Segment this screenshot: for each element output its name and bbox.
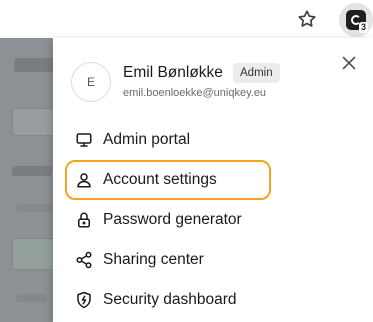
user-email: emil.boenloekke@uniqkey.eu <box>123 87 267 99</box>
role-badge: Admin <box>233 63 280 83</box>
menu-item-label: Security dashboard <box>103 291 237 308</box>
browser-window: 3 E Emil Bønløkke Admin emil.boenloekke@… <box>0 0 373 322</box>
background-heading <box>14 58 54 72</box>
menu-item-label: Account settings <box>103 171 217 188</box>
account-popup: E Emil Bønløkke Admin emil.boenloekke@un… <box>53 38 373 322</box>
avatar: E <box>71 62 111 102</box>
extension-badge: 3 <box>359 22 369 33</box>
background-card <box>12 238 58 270</box>
close-icon[interactable] <box>338 52 360 74</box>
menu-item-label: Password generator <box>103 211 242 228</box>
menu-item-password-generator[interactable]: Password generator <box>65 200 355 240</box>
menu-item-admin-portal[interactable]: Admin portal <box>65 120 355 160</box>
account-menu: Admin portal Account settings Password g… <box>65 120 355 320</box>
menu-item-account-settings[interactable]: Account settings <box>65 160 271 200</box>
lock-icon <box>78 212 90 228</box>
menu-item-security-dashboard[interactable]: Security dashboard <box>65 280 355 320</box>
star-icon[interactable] <box>296 8 318 30</box>
background-page-overlay <box>0 38 60 322</box>
menu-item-label: Sharing center <box>103 251 204 268</box>
background-text <box>12 166 52 176</box>
menu-item-sharing-center[interactable]: Sharing center <box>65 240 355 280</box>
browser-toolbar: 3 <box>0 0 373 38</box>
uniqkey-extension-button[interactable]: 3 <box>339 3 373 37</box>
shield-icon <box>77 291 91 309</box>
background-text <box>16 204 52 212</box>
background-text <box>16 294 46 302</box>
share-icon <box>76 251 92 269</box>
menu-item-label: Admin portal <box>103 131 191 148</box>
background-card <box>12 108 58 136</box>
user-name: Emil Bønløkke <box>123 64 223 81</box>
monitor-icon <box>76 133 92 147</box>
user-icon <box>77 173 91 188</box>
